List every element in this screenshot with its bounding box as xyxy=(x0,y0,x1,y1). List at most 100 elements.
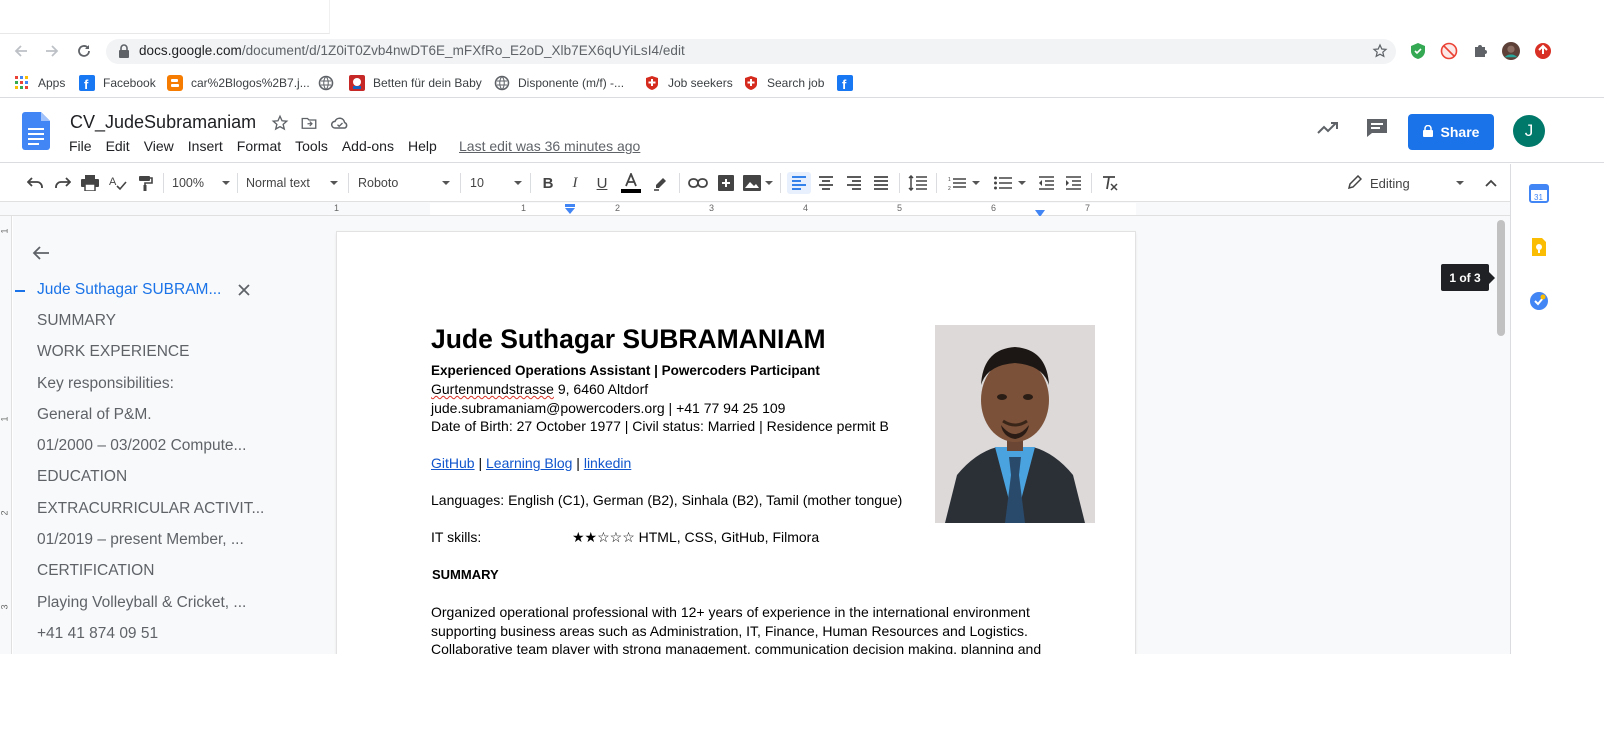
shield-extension-icon[interactable] xyxy=(1409,42,1427,60)
outline-item[interactable]: General of P&M. xyxy=(37,406,152,424)
outline-item[interactable]: 01/2019 – present Member, ... xyxy=(37,531,244,549)
close-icon[interactable] xyxy=(237,283,251,302)
back-icon[interactable] xyxy=(11,41,31,61)
vertical-scrollbar[interactable] xyxy=(1497,220,1505,336)
update-icon[interactable] xyxy=(1534,42,1552,60)
outline-item[interactable]: +41 41 874 09 51 xyxy=(37,625,158,643)
menu-edit[interactable]: Edit xyxy=(106,138,130,154)
outline-item[interactable]: 01/2000 – 03/2002 Compute... xyxy=(37,437,246,455)
cloud-saved-icon[interactable] xyxy=(330,114,350,132)
document-page[interactable]: Jude Suthagar SUBRAMANIAM Experienced Op… xyxy=(337,232,1135,654)
bookmark-disponente[interactable]: Disponente (m/f) -... xyxy=(494,74,624,92)
align-center-icon[interactable] xyxy=(815,172,837,194)
outline-item[interactable]: Key responsibilities: xyxy=(37,375,174,393)
extensions-puzzle-icon[interactable] xyxy=(1471,42,1489,60)
toolbar-divider xyxy=(780,173,781,193)
horizontal-ruler[interactable]: 1 1 2 3 4 5 6 7 xyxy=(0,202,1510,217)
reload-icon[interactable] xyxy=(74,41,94,61)
menu-addons[interactable]: Add-ons xyxy=(342,138,394,154)
outline-item[interactable]: Playing Volleyball & Cricket, ... xyxy=(37,594,246,612)
docs-logo-icon[interactable] xyxy=(22,112,50,155)
add-comment-icon[interactable] xyxy=(715,172,737,194)
link-separator: | xyxy=(572,455,584,471)
outline-item[interactable]: CERTIFICATION xyxy=(37,562,154,580)
bookmark-label: Search job xyxy=(767,76,825,90)
italic-button[interactable]: I xyxy=(565,172,585,194)
align-left-icon[interactable] xyxy=(787,172,811,194)
print-icon[interactable] xyxy=(79,172,101,194)
share-button[interactable]: Share xyxy=(1408,114,1494,150)
profile-avatar[interactable] xyxy=(1502,42,1520,60)
svg-text:1: 1 xyxy=(948,177,951,183)
chevron-down-icon xyxy=(442,181,450,185)
bookmark-apps[interactable]: Apps xyxy=(14,74,65,92)
menu-tools[interactable]: Tools xyxy=(295,138,328,154)
forward-icon[interactable] xyxy=(42,41,62,61)
keep-icon[interactable] xyxy=(1529,237,1549,257)
font-size-dropdown[interactable]: 10 xyxy=(470,172,522,194)
outline-item[interactable]: EXTRACURRICULAR ACTIVIT... xyxy=(37,500,264,518)
move-folder-icon[interactable] xyxy=(300,114,318,132)
insert-image-icon[interactable] xyxy=(742,172,774,194)
bulleted-list-icon[interactable] xyxy=(990,172,1030,194)
outline-item[interactable]: SUMMARY xyxy=(37,312,116,330)
menu-file[interactable]: File xyxy=(69,138,92,154)
bookmark-star-icon[interactable] xyxy=(1372,43,1388,64)
menu-help[interactable]: Help xyxy=(408,138,437,154)
outline-item[interactable]: WORK EXPERIENCE xyxy=(37,343,189,361)
activity-trend-icon[interactable] xyxy=(1317,118,1339,141)
calendar-icon[interactable]: 31 xyxy=(1529,183,1549,203)
line-spacing-icon[interactable] xyxy=(906,172,930,194)
chevron-down-icon xyxy=(765,181,773,185)
linkedin-link[interactable]: linkedin xyxy=(584,455,631,471)
bookmark-betten[interactable]: Betten für dein Baby xyxy=(349,74,482,92)
zoom-dropdown[interactable]: 100% xyxy=(172,172,230,194)
address-bar[interactable]: docs.google.com/document/d/1Z0iT0Zvb4nwD… xyxy=(106,39,1396,64)
paragraph-style-dropdown[interactable]: Normal text xyxy=(246,172,338,194)
bookmark-search-job[interactable]: Search job xyxy=(743,74,824,92)
chevron-down-icon xyxy=(514,181,522,185)
collapse-menus-icon[interactable] xyxy=(1482,172,1500,194)
underline-button[interactable]: U xyxy=(592,172,612,194)
last-edit-link[interactable]: Last edit was 36 minutes ago xyxy=(459,138,640,154)
comments-icon[interactable] xyxy=(1366,118,1388,143)
bookmarks-bar: Apps f Facebook car%2Blogos%2B7.j... Bett… xyxy=(0,68,1604,98)
browser-tab[interactable] xyxy=(0,0,330,34)
numbered-list-icon[interactable]: 12 xyxy=(944,172,984,194)
align-right-icon[interactable] xyxy=(843,172,865,194)
outline-item[interactable]: EDUCATION xyxy=(37,468,127,486)
vertical-ruler[interactable]: 1 1 2 3 xyxy=(0,216,12,654)
bookmark-job-seekers[interactable]: Job seekers xyxy=(644,74,733,92)
menu-insert[interactable]: Insert xyxy=(188,138,223,154)
spellcheck-icon[interactable]: A xyxy=(107,172,129,194)
bold-button[interactable]: B xyxy=(538,172,558,194)
redo-icon[interactable] xyxy=(52,172,74,194)
font-dropdown[interactable]: Roboto xyxy=(358,172,450,194)
account-avatar[interactable]: J xyxy=(1513,115,1545,147)
text-color-icon[interactable] xyxy=(620,172,642,194)
bookmark-facebook[interactable]: f Facebook xyxy=(79,74,156,92)
star-icon[interactable] xyxy=(271,114,289,132)
back-arrow-icon[interactable] xyxy=(32,245,50,266)
learning-blog-link[interactable]: Learning Blog xyxy=(486,455,572,471)
blocker-extension-icon[interactable] xyxy=(1440,42,1458,60)
justify-icon[interactable] xyxy=(870,172,892,194)
paint-format-icon[interactable] xyxy=(134,172,156,194)
editing-mode-dropdown[interactable]: Editing xyxy=(1347,172,1472,194)
clear-formatting-icon[interactable] xyxy=(1099,172,1121,194)
bookmark-car-logos[interactable]: car%2Blogos%2B7.j... xyxy=(167,74,310,92)
bookmark-globe[interactable] xyxy=(318,74,342,92)
undo-icon[interactable] xyxy=(24,172,46,194)
menu-format[interactable]: Format xyxy=(237,138,281,154)
document-title[interactable]: CV_JudeSubramaniam xyxy=(70,112,256,133)
highlight-icon[interactable] xyxy=(650,172,672,194)
decrease-indent-icon[interactable] xyxy=(1035,172,1057,194)
bookmark-facebook-2[interactable]: f xyxy=(837,74,861,92)
bookmark-label: Disponente (m/f) -... xyxy=(518,76,625,90)
menu-view[interactable]: View xyxy=(144,138,174,154)
outline-item[interactable]: Jude Suthagar SUBRAM... xyxy=(37,281,221,299)
github-link[interactable]: GitHub xyxy=(431,455,475,471)
tasks-icon[interactable] xyxy=(1529,291,1549,311)
link-icon[interactable] xyxy=(686,172,710,194)
increase-indent-icon[interactable] xyxy=(1062,172,1084,194)
